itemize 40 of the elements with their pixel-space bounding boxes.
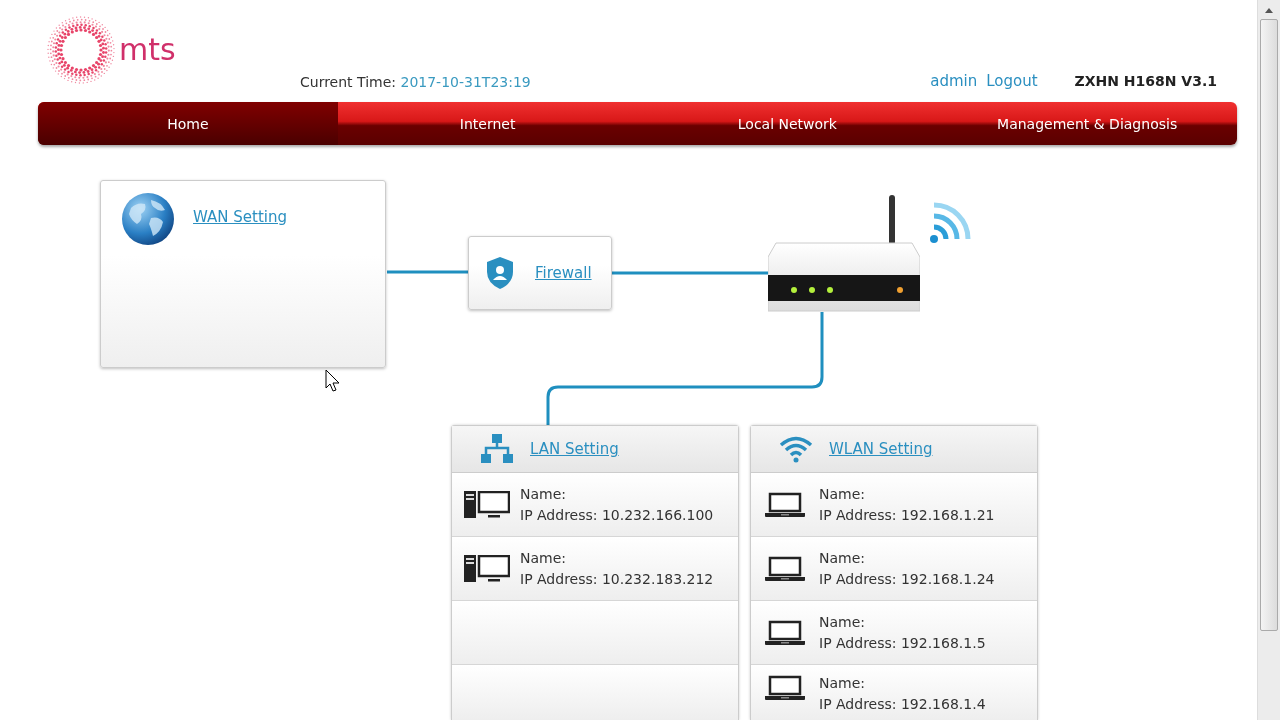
mouse-cursor-icon (325, 369, 341, 393)
nav-tab[interactable]: Local Network (637, 102, 938, 145)
desktop-computer-icon (464, 554, 510, 583)
device-name-label: Name: (819, 613, 867, 631)
wifi-icon (779, 435, 813, 463)
network-icon (480, 434, 514, 464)
nav-tab[interactable]: Management & Diagnosis (937, 102, 1237, 145)
device-ip-address: IP Address: 192.168.1.5 (819, 634, 986, 652)
desktop-computer-icon (464, 490, 510, 519)
device-ip-address: IP Address: 10.232.183.212 (520, 570, 714, 588)
device-name-label: Name: (520, 485, 568, 503)
firewall-link[interactable]: Firewall (535, 264, 592, 282)
device-name-label: Name: (520, 549, 568, 567)
model-name: ZXHN H168N V3.1 (1074, 73, 1217, 89)
device-name-label: Name: (819, 485, 867, 503)
laptop-icon (765, 491, 805, 518)
device-ip-address: IP Address: 192.168.1.4 (819, 696, 986, 713)
laptop-icon (765, 619, 805, 646)
device-name-label: Name: (819, 675, 867, 692)
device-name-label: Name: (819, 549, 867, 567)
logout-link[interactable]: Logout (986, 72, 1038, 90)
laptop-icon (765, 675, 805, 701)
lan-setting-link[interactable]: LAN Setting (530, 440, 619, 458)
user-link[interactable]: admin (930, 72, 978, 90)
nav-tab[interactable]: Home (38, 102, 338, 145)
scrollbar[interactable] (1257, 0, 1280, 720)
device-ip-address: IP Address: 10.232.166.100 (520, 506, 714, 524)
router-icon (768, 195, 920, 313)
device-ip-address: IP Address: 192.168.1.24 (819, 570, 995, 588)
logo-icon (45, 14, 117, 86)
laptop-icon (765, 555, 805, 582)
wlan-setting-link[interactable]: WLAN Setting (829, 440, 933, 458)
wan-setting-link[interactable]: WAN Setting (193, 208, 287, 226)
time-label: Current Time: (300, 74, 396, 90)
logo-text: mts (119, 33, 176, 67)
current-time: 2017-10-31T23:19 (400, 74, 531, 90)
device-ip-address: IP Address: 192.168.1.21 (819, 506, 995, 524)
shield-icon (485, 256, 515, 290)
nav-tab[interactable]: Internet (337, 102, 638, 145)
globe-icon (121, 192, 175, 246)
